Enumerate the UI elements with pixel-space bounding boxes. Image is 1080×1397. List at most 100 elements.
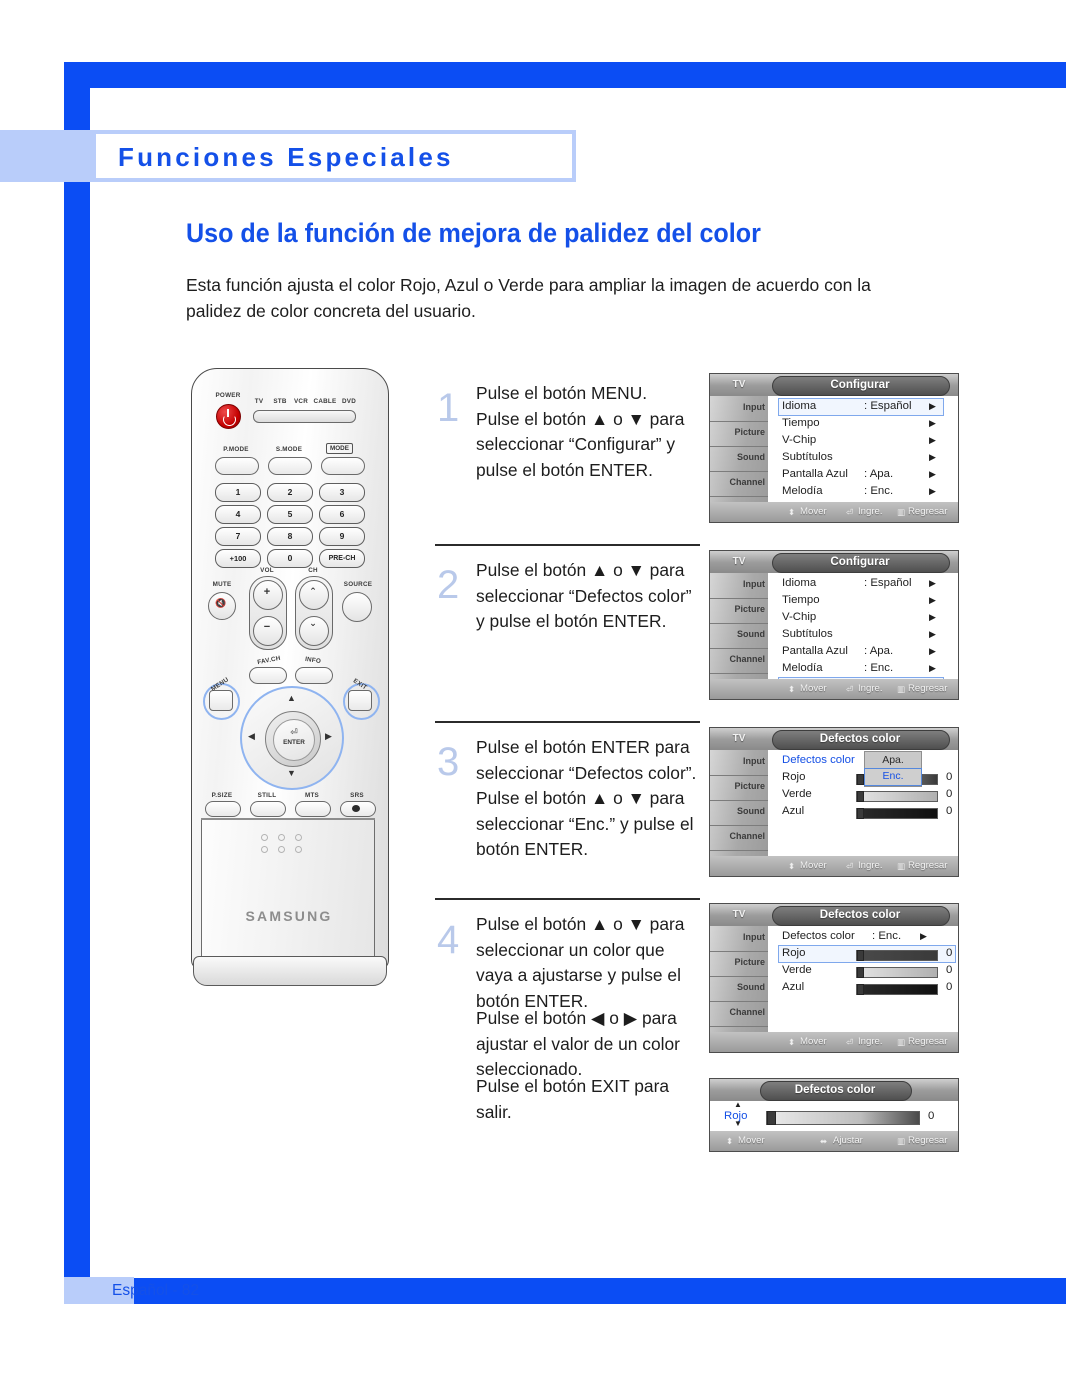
slider-label-verde[interactable]: Verde (782, 788, 812, 800)
step-number: 4 (437, 918, 460, 962)
step-text: Pulse el botón ▲ o ▼ para seleccionar un… (476, 912, 708, 1014)
psize-button[interactable] (205, 801, 241, 817)
option-label-defectos-color[interactable]: Defectos color (782, 930, 855, 942)
sidebar-item-input[interactable]: Input (710, 926, 768, 952)
sidebar-item-label: Input (743, 402, 765, 412)
sidebar-item-channel[interactable]: Channel (710, 1001, 768, 1027)
sidebar-item-input[interactable]: Input (710, 750, 768, 776)
key-3[interactable]: 3 (319, 483, 365, 502)
sidebar-item-channel[interactable]: Channel (710, 648, 768, 674)
sidebar-item-sound[interactable]: Sound (710, 800, 768, 826)
source-button[interactable] (342, 592, 372, 622)
mute-label: MUTE (212, 581, 232, 588)
menu-row-tiempo[interactable]: Tiempo (782, 417, 820, 429)
menu-row-melodia[interactable]: Melodía (782, 662, 823, 674)
dropdown-option-apa[interactable]: Apa. (865, 754, 921, 766)
sidebar-item-input[interactable]: Input (710, 573, 768, 599)
sidebar-item-picture[interactable]: Picture (710, 775, 768, 801)
slider-knob[interactable] (857, 950, 864, 961)
slider-knob[interactable] (857, 808, 864, 819)
sidebar-item-sound[interactable]: Sound (710, 446, 768, 472)
smode-button[interactable] (268, 457, 312, 475)
dropdown-option-enc[interactable]: Enc. (865, 770, 921, 782)
key-0[interactable]: 0 (267, 549, 313, 568)
slider-rojo[interactable] (766, 1111, 920, 1125)
enter-icon: ⏎ (846, 684, 854, 694)
key-2[interactable]: 2 (267, 483, 313, 502)
dpad-up-icon[interactable]: ▲ (287, 693, 296, 703)
slider-label-azul[interactable]: Azul (782, 981, 804, 993)
menu-row-vchip[interactable]: V-Chip (782, 611, 816, 623)
sidebar-item-channel[interactable]: Channel (710, 471, 768, 497)
device-selector-bar[interactable] (253, 410, 356, 423)
key-5[interactable]: 5 (267, 505, 313, 524)
option-value-defectos-color: : Enc. (872, 930, 902, 942)
menu-row-vchip[interactable]: V-Chip (782, 434, 816, 446)
favch-button[interactable] (249, 667, 287, 684)
still-button[interactable] (250, 801, 286, 817)
menu-row-subtitulos[interactable]: Subtítulos (782, 451, 833, 463)
slider-label-rojo[interactable]: Rojo (782, 771, 805, 783)
enter-label: ENTER (283, 739, 305, 746)
sidebar-item-channel[interactable]: Channel (710, 825, 768, 851)
osd-tv-label: TV (732, 556, 746, 567)
slider-azul[interactable] (856, 808, 938, 819)
slider-azul[interactable] (856, 984, 938, 995)
dropdown-selected-option[interactable]: Enc. (864, 768, 922, 786)
menu-row-pantalla-azul[interactable]: Pantalla Azul (782, 645, 848, 657)
mute-icon: 🔇 (215, 598, 227, 608)
enter-icon: ⏎ (846, 861, 854, 871)
key-7[interactable]: 7 (215, 527, 261, 546)
sidebar-item-input[interactable]: Input (710, 396, 768, 422)
key-8[interactable]: 8 (267, 527, 313, 546)
menu-row-subtitulos[interactable]: Subtítulos (782, 628, 833, 640)
device-label-cable: CABLE (313, 398, 337, 405)
menu-row-idioma[interactable]: Idioma (782, 400, 816, 412)
menu-row-idioma[interactable]: Idioma (782, 577, 816, 589)
slider-knob[interactable] (857, 774, 864, 785)
page-border-left (64, 62, 90, 1304)
slider-knob[interactable] (857, 967, 864, 978)
key-9[interactable]: 9 (319, 527, 365, 546)
slider-verde[interactable] (856, 967, 938, 978)
sidebar-item-picture[interactable]: Picture (710, 598, 768, 624)
sidebar-item-picture[interactable]: Picture (710, 951, 768, 977)
option-label-defectos-color[interactable]: Defectos color (782, 754, 855, 766)
osd-footer: ⬍ Mover ⬌ Ajustar ▥ Regresar (710, 1131, 958, 1151)
section-title: Funciones Especiales (118, 142, 454, 172)
menu-row-melodia[interactable]: Melodía (782, 485, 823, 497)
key-6[interactable]: 6 (319, 505, 365, 524)
slider-rojo[interactable] (856, 950, 938, 961)
sidebar-item-picture[interactable]: Picture (710, 421, 768, 447)
mode-button[interactable] (321, 457, 365, 475)
mts-button[interactable] (295, 801, 331, 817)
dpad-down-icon[interactable]: ▼ (287, 768, 296, 778)
slider-knob[interactable] (857, 984, 864, 995)
menu-row-tiempo[interactable]: Tiempo (782, 594, 820, 606)
sidebar-item-sound[interactable]: Sound (710, 976, 768, 1002)
slider-label-rojo[interactable]: Rojo (782, 947, 805, 959)
slider-knob[interactable] (857, 791, 864, 802)
power-button[interactable] (216, 404, 241, 429)
key-4[interactable]: 4 (215, 505, 261, 524)
page-border-top (64, 62, 1066, 88)
key-1[interactable]: 1 (215, 483, 261, 502)
menu-value-pantalla-azul: : Apa. (864, 645, 894, 657)
sidebar-item-sound[interactable]: Sound (710, 623, 768, 649)
chevron-up-icon: ⌃ (309, 586, 317, 596)
slider-verde[interactable] (856, 791, 938, 802)
dpad-left-icon[interactable]: ◀ (248, 731, 255, 742)
navigation-dpad[interactable]: ▲ ▼ ◀ ▶ ⏎ ENTER (240, 686, 344, 790)
dpad-right-icon[interactable]: ▶ (325, 731, 332, 742)
step-text: Pulse el botón ENTER para seleccionar “D… (476, 735, 711, 863)
slider-label-azul[interactable]: Azul (782, 805, 804, 817)
info-button[interactable] (295, 667, 333, 684)
menu-row-pantalla-azul[interactable]: Pantalla Azul (782, 468, 848, 480)
chevron-right-icon: ▶ (929, 452, 936, 462)
slider-knob[interactable] (767, 1111, 776, 1125)
key-prech[interactable]: PRE-CH (319, 549, 365, 568)
key-plus100[interactable]: +100 (215, 549, 261, 568)
enter-button[interactable]: ⏎ ENTER (273, 719, 315, 761)
pmode-button[interactable] (215, 457, 259, 475)
slider-label-verde[interactable]: Verde (782, 964, 812, 976)
